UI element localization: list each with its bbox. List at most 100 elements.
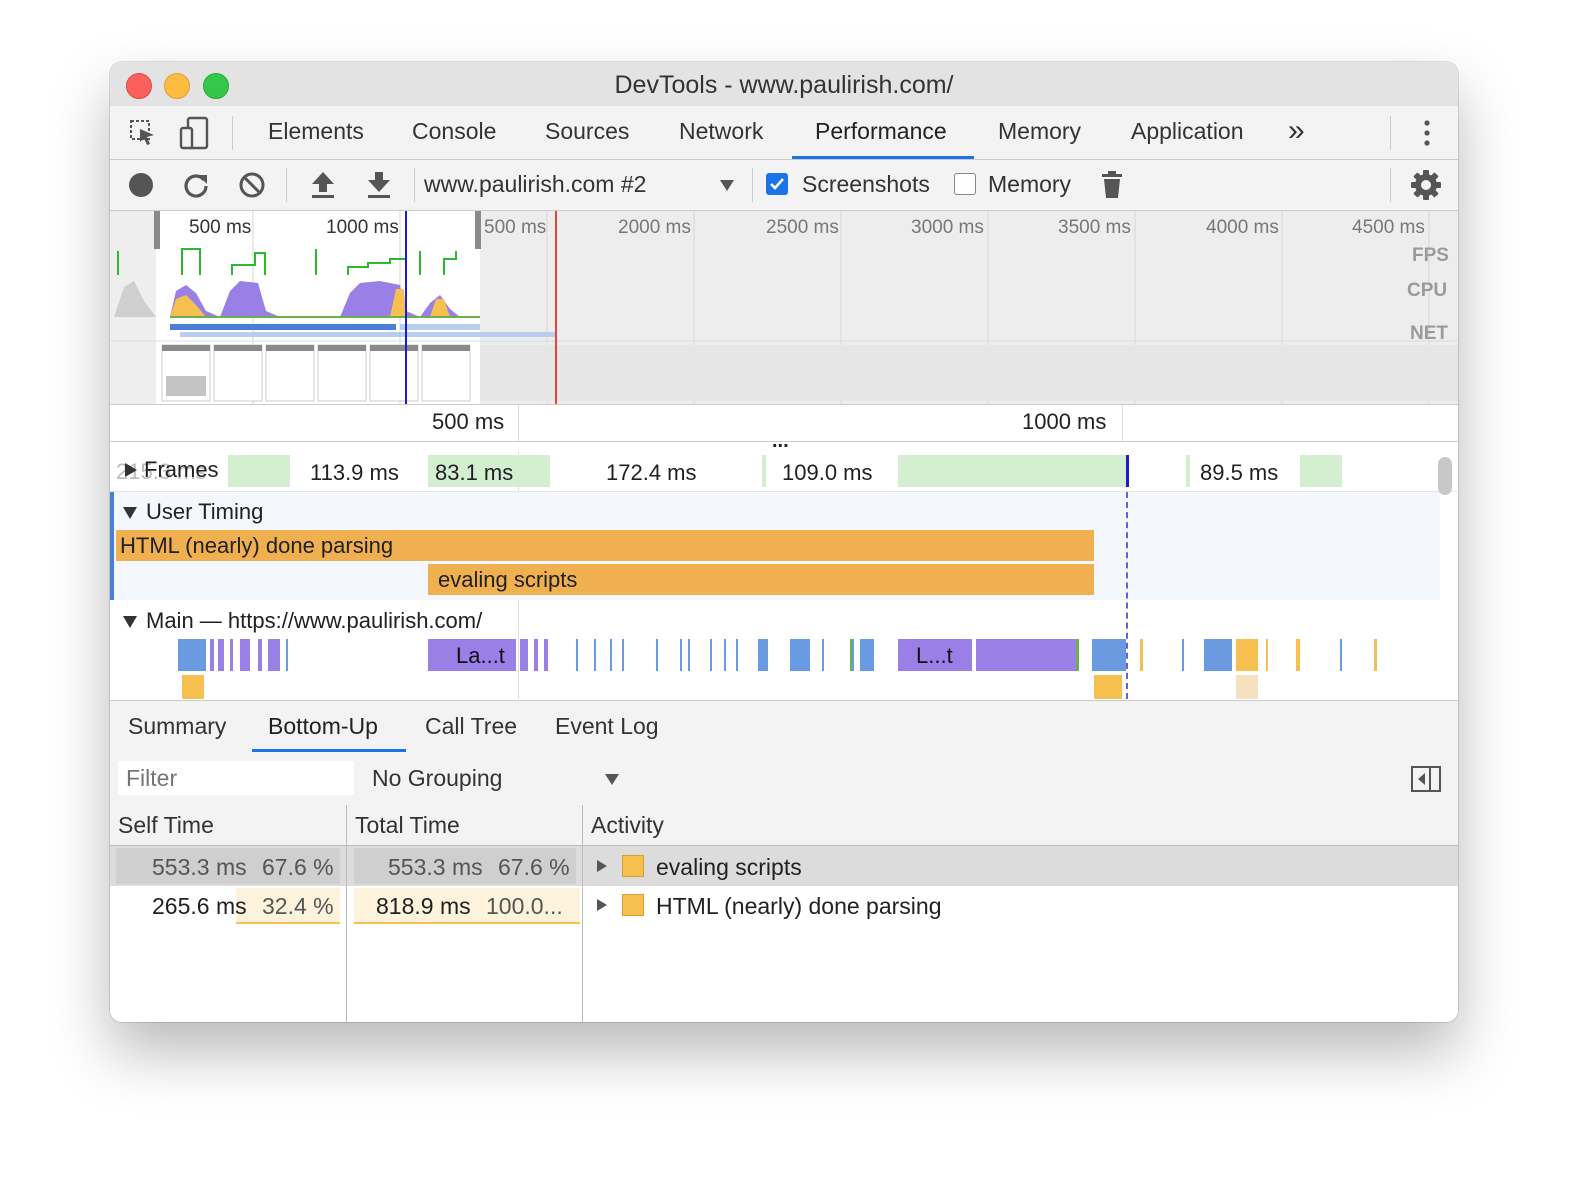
timing-bar-evaling-scripts[interactable]: evaling scripts (428, 564, 1094, 595)
frame-duration: 113.9 ms (310, 460, 399, 485)
triangle-down-icon[interactable] (604, 772, 620, 786)
tab-application[interactable]: Application (1131, 118, 1244, 145)
total-time: 553.3 ms (388, 854, 483, 880)
gear-icon[interactable] (1410, 169, 1442, 201)
ruler-tick: 500 ms (432, 409, 505, 434)
event-label: La...t (456, 643, 505, 668)
ruler-tick: 1000 ms (1022, 409, 1107, 434)
selection-handle-left[interactable] (154, 211, 160, 249)
device-toolbar-icon[interactable] (178, 116, 210, 150)
checkmark-icon (770, 178, 784, 190)
timing-bar-label: HTML (nearly) done parsing (120, 533, 394, 558)
fps-lane-label: FPS (1412, 245, 1449, 266)
frame-duration: 172.4 ms (606, 460, 697, 485)
triangle-down-icon[interactable] (122, 615, 138, 629)
timeline-overview[interactable]: 500 ms 1000 ms 500 ms 2000 ms 2500 ms 30… (110, 211, 1458, 406)
frames-track-label[interactable]: Frames (144, 457, 219, 483)
active-tab-indicator (792, 156, 974, 159)
flame-scrollbar[interactable] (1438, 457, 1452, 495)
reload-icon[interactable] (182, 171, 210, 199)
flame-chart[interactable]: 215.3 ms Frames 113.9 ms 83.1 ms 172.4 m… (110, 451, 1458, 699)
self-percent: 67.6 % (262, 854, 334, 880)
profile-select[interactable]: www.paulirish.com #2 (424, 171, 646, 198)
memory-checkbox[interactable] (954, 173, 976, 195)
main-thread-event[interactable]: L...t (898, 639, 972, 671)
column-header-self-time[interactable]: Self Time (110, 805, 346, 846)
category-swatch (622, 894, 644, 916)
total-percent: 67.6 % (498, 854, 570, 880)
trash-icon[interactable] (1100, 170, 1124, 200)
split-handle[interactable]: ... (772, 430, 789, 453)
overview-tick: 4000 ms (1206, 217, 1279, 238)
main-thread-track-label[interactable]: Main — https://www.paulirish.com/ (146, 608, 482, 634)
overview-tick: 4500 ms (1352, 217, 1425, 238)
tab-summary[interactable]: Summary (128, 713, 226, 740)
overview-tick: 1000 ms (326, 217, 399, 238)
tab-elements[interactable]: Elements (268, 118, 364, 145)
selection-handle-right[interactable] (475, 211, 481, 249)
title-bar: DevTools - www.paulirish.com/ (110, 62, 1458, 107)
category-swatch (622, 855, 644, 877)
activity-name: HTML (nearly) done parsing (656, 893, 942, 919)
overview-tick: 2500 ms (766, 217, 839, 238)
overview-tick: 500 ms (189, 217, 252, 238)
window-title: DevTools - www.paulirish.com/ (614, 71, 954, 99)
tab-console[interactable]: Console (412, 118, 496, 145)
screenshot-filmstrip[interactable] (161, 344, 1458, 402)
cpu-lane-label: CPU (1407, 280, 1448, 301)
tab-performance[interactable]: Performance (815, 118, 947, 145)
tab-memory[interactable]: Memory (998, 118, 1081, 145)
overview-tick: 3500 ms (1058, 217, 1131, 238)
tab-network[interactable]: Network (679, 118, 763, 145)
screenshots-checkbox[interactable] (766, 173, 788, 195)
triangle-right-icon[interactable] (596, 859, 608, 873)
column-header-total-time[interactable]: Total Time (347, 805, 582, 846)
frame-duration: 109.0 ms (782, 460, 873, 485)
total-time: 818.9 ms (376, 893, 471, 919)
triangle-down-icon[interactable] (719, 178, 735, 192)
clear-icon[interactable] (238, 171, 266, 199)
performance-toolbar: www.paulirish.com #2 Screenshots Memory (110, 160, 1458, 211)
tab-event-log[interactable]: Event Log (555, 713, 659, 740)
event-label: L...t (916, 643, 953, 668)
triangle-right-icon[interactable] (596, 898, 608, 912)
sidebar-toggle-icon[interactable] (1410, 765, 1442, 793)
table-row[interactable]: 553.3 ms 67.6 % 553.3 ms 67.6 % evaling … (110, 846, 1458, 886)
bottom-up-table: Self Time Total Time Activity 553.3 ms 6… (110, 805, 1458, 1022)
active-tab-indicator (252, 749, 406, 752)
memory-label: Memory (988, 171, 1072, 197)
self-time: 265.6 ms (152, 893, 247, 919)
vertical-dots-icon[interactable] (1418, 118, 1436, 148)
main-thread-events[interactable] (110, 639, 1458, 699)
screenshots-label: Screenshots (802, 171, 930, 197)
record-icon[interactable] (128, 172, 154, 198)
filter-input[interactable] (118, 761, 354, 795)
grouping-select[interactable]: No Grouping (372, 765, 502, 792)
select-element-icon[interactable] (128, 118, 158, 148)
table-row[interactable]: 265.6 ms 32.4 % 818.9 ms 100.0... HTML (… (110, 886, 1458, 926)
frame-duration: 89.5 ms (1200, 460, 1279, 485)
column-header-activity[interactable]: Activity (583, 805, 1458, 846)
overview-tick: 500 ms (484, 217, 547, 238)
upload-icon[interactable] (310, 170, 336, 200)
panel-tabbar: Elements Console Sources Network Perform… (110, 106, 1458, 160)
triangle-right-icon[interactable] (124, 462, 138, 478)
timing-bar-label: evaling scripts (438, 567, 578, 592)
tab-bottom-up[interactable]: Bottom-Up (268, 713, 378, 740)
triangle-down-icon[interactable] (122, 506, 138, 520)
double-chevron-icon[interactable]: » (1288, 114, 1305, 148)
timing-bar-html-parsing[interactable]: HTML (nearly) done parsing (116, 530, 1094, 561)
user-timing-track-label[interactable]: User Timing (146, 499, 263, 525)
overview-tick: 3000 ms (911, 217, 984, 238)
filter-bar: No Grouping (110, 753, 1458, 806)
activity-name: evaling scripts (656, 854, 802, 880)
download-icon[interactable] (366, 170, 392, 200)
tab-sources[interactable]: Sources (545, 118, 629, 145)
self-percent: 32.4 % (262, 893, 334, 919)
main-thread-event[interactable]: La...t (428, 639, 516, 671)
tab-call-tree[interactable]: Call Tree (425, 713, 517, 740)
total-percent: 100.0... (486, 893, 563, 919)
self-time: 553.3 ms (152, 854, 247, 880)
details-tabbar: Summary Bottom-Up Call Tree Event Log (110, 700, 1458, 754)
net-lane-label: NET (1410, 323, 1448, 344)
